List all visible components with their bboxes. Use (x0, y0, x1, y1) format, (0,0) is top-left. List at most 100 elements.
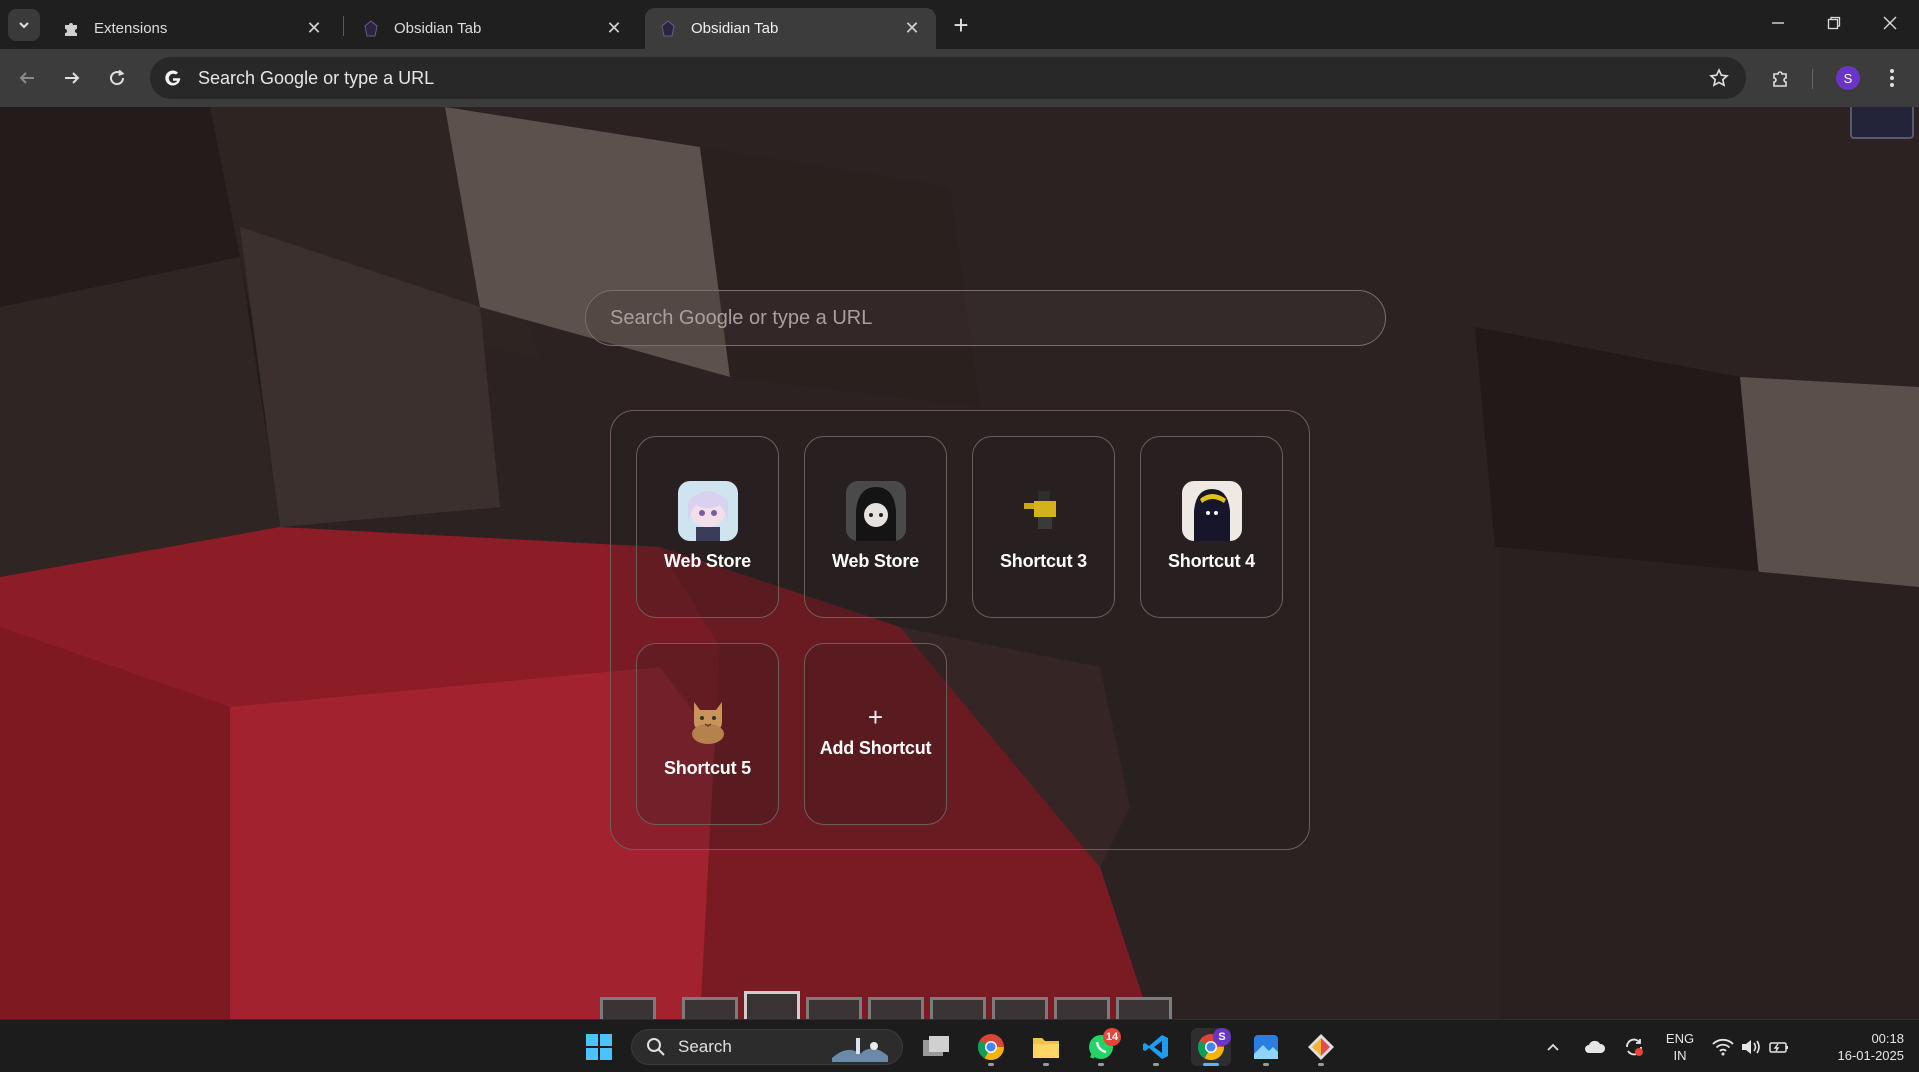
browser-toolbar: Search Google or type a URL S (0, 49, 1919, 107)
quick-settings-button[interactable] (1712, 1028, 1790, 1066)
tab-strip: Extensions ✕ Obsidian Tab ✕ Obsidian Tab… (0, 0, 1919, 49)
obsidian-icon (362, 19, 380, 38)
hotbar-slot (682, 997, 738, 1019)
hotbar-slot (992, 997, 1048, 1019)
sync-button[interactable] (1619, 1028, 1649, 1066)
tab-search-button[interactable] (8, 9, 40, 41)
taskbar-vscode[interactable] (1136, 1028, 1176, 1066)
running-indicator (1318, 1063, 1324, 1066)
hotbar-slot (806, 997, 862, 1019)
taskbar-git-tool[interactable] (1301, 1028, 1341, 1066)
running-indicator (1153, 1063, 1159, 1066)
taskbar-search-label: Search (678, 1037, 732, 1056)
profile-button[interactable]: S (1831, 61, 1865, 95)
show-hidden-icons-button[interactable] (1540, 1028, 1566, 1066)
task-view-icon (923, 1036, 949, 1056)
shortcut-tile[interactable]: Shortcut 5 (636, 643, 779, 825)
forward-button[interactable] (55, 61, 89, 95)
puzzle-icon (62, 20, 80, 38)
obsidian-icon (659, 19, 677, 38)
search-box[interactable] (585, 290, 1386, 346)
back-button[interactable] (10, 61, 44, 95)
taskbar-photos[interactable] (1246, 1028, 1286, 1066)
task-view-button[interactable] (916, 1028, 956, 1066)
git-diamond-icon (1308, 1034, 1334, 1060)
taskbar-search[interactable]: Search (631, 1029, 903, 1065)
tab-title: Obsidian Tab (394, 20, 482, 37)
language-code: ENG (1665, 1031, 1695, 1046)
hotbar-slot (1116, 997, 1172, 1019)
new-tab-button[interactable]: + (946, 10, 976, 40)
plus-icon: + (953, 9, 969, 40)
shortcut-tile[interactable]: Web Store (636, 436, 779, 618)
reload-icon (110, 69, 125, 86)
tab-obsidian-1[interactable]: Obsidian Tab ✕ (348, 8, 638, 49)
shortcut-label: Web Store (832, 551, 919, 571)
add-shortcut-button[interactable]: + Add Shortcut (804, 643, 947, 825)
shortcut-label: Shortcut 4 (1167, 551, 1255, 571)
hotbar-slot (744, 991, 800, 1019)
tab-obsidian-2[interactable]: Obsidian Tab ✕ (645, 8, 936, 49)
tab-title: Obsidian Tab (691, 20, 779, 37)
reload-button[interactable] (100, 61, 134, 95)
battery-icon (1769, 1042, 1788, 1053)
region-code: IN (1673, 1048, 1687, 1063)
search-input[interactable] (610, 306, 1385, 330)
close-icon (1883, 16, 1897, 30)
restore-icon (1827, 16, 1841, 30)
folder-icon (1033, 1038, 1059, 1058)
running-indicator (1098, 1063, 1104, 1066)
running-indicator (988, 1063, 994, 1066)
toolbar-divider (1812, 69, 1813, 89)
hotbar-slot (868, 997, 924, 1019)
taskbar-whatsapp[interactable]: 14 (1081, 1028, 1121, 1066)
bookmark-star-icon[interactable] (1704, 63, 1734, 93)
clock[interactable]: 00:18 16-01-2025 (1812, 1030, 1905, 1064)
tab-extensions[interactable]: Extensions ✕ (48, 8, 338, 49)
address-bar[interactable]: Search Google or type a URL (150, 57, 1746, 99)
arrow-right-icon (65, 72, 80, 84)
address-bar-text[interactable]: Search Google or type a URL (198, 68, 1704, 89)
taskbar-file-explorer[interactable] (1026, 1028, 1066, 1066)
photos-icon (1254, 1035, 1278, 1059)
windows-taskbar: Search 14 S ENG IN 00:18 16-01-2025 (0, 1019, 1919, 1072)
windows-logo-icon (586, 1034, 612, 1060)
taskbar-chrome-profile[interactable]: S (1191, 1028, 1231, 1066)
menu-button[interactable] (1875, 61, 1909, 95)
running-indicator (1203, 1063, 1219, 1066)
anime-girl-avatar-icon (677, 481, 738, 541)
language-indicator[interactable]: ENG IN (1660, 1030, 1700, 1064)
shortcut-tile[interactable]: Shortcut 4 (1140, 436, 1283, 618)
shortcut-tile[interactable]: Web Store (804, 436, 947, 618)
shortcut-tile[interactable]: Shortcut 3 (972, 436, 1115, 618)
google-icon (162, 67, 184, 89)
close-icon[interactable]: ✕ (604, 18, 624, 39)
shortcuts-grid: Web Store Web Store Shortcut 3 Shortcut … (610, 410, 1310, 850)
minimize-button[interactable] (1758, 8, 1798, 38)
wifi-icon (1712, 1038, 1734, 1056)
hotbar-slot (1054, 997, 1110, 1019)
clock-time: 00:18 (1871, 1031, 1904, 1046)
close-icon[interactable]: ✕ (304, 18, 324, 39)
avatar: S (1836, 66, 1860, 90)
hotbar-slot (930, 997, 986, 1019)
taskbar-chrome[interactable] (971, 1028, 1011, 1066)
extensions-button[interactable] (1764, 61, 1798, 95)
cloud-icon (1585, 1040, 1606, 1053)
corner-thumbnail[interactable] (1850, 107, 1914, 139)
puzzle-icon (1773, 71, 1787, 87)
add-shortcut-label: Add Shortcut (819, 738, 932, 758)
onedrive-button[interactable] (1580, 1028, 1610, 1066)
plus-icon: + (867, 702, 884, 732)
hotbar-slot (600, 997, 656, 1019)
search-icon (647, 1038, 665, 1056)
profile-badge: S (1213, 1028, 1231, 1046)
close-window-button[interactable] (1870, 8, 1910, 38)
close-icon[interactable]: ✕ (902, 18, 922, 39)
start-button[interactable] (579, 1028, 619, 1066)
restore-button[interactable] (1814, 8, 1854, 38)
running-indicator (1263, 1063, 1269, 1066)
more-vertical-icon (1890, 69, 1894, 87)
hooded-figure-avatar-icon (1181, 481, 1242, 541)
search-highlight-icon (832, 1038, 888, 1062)
